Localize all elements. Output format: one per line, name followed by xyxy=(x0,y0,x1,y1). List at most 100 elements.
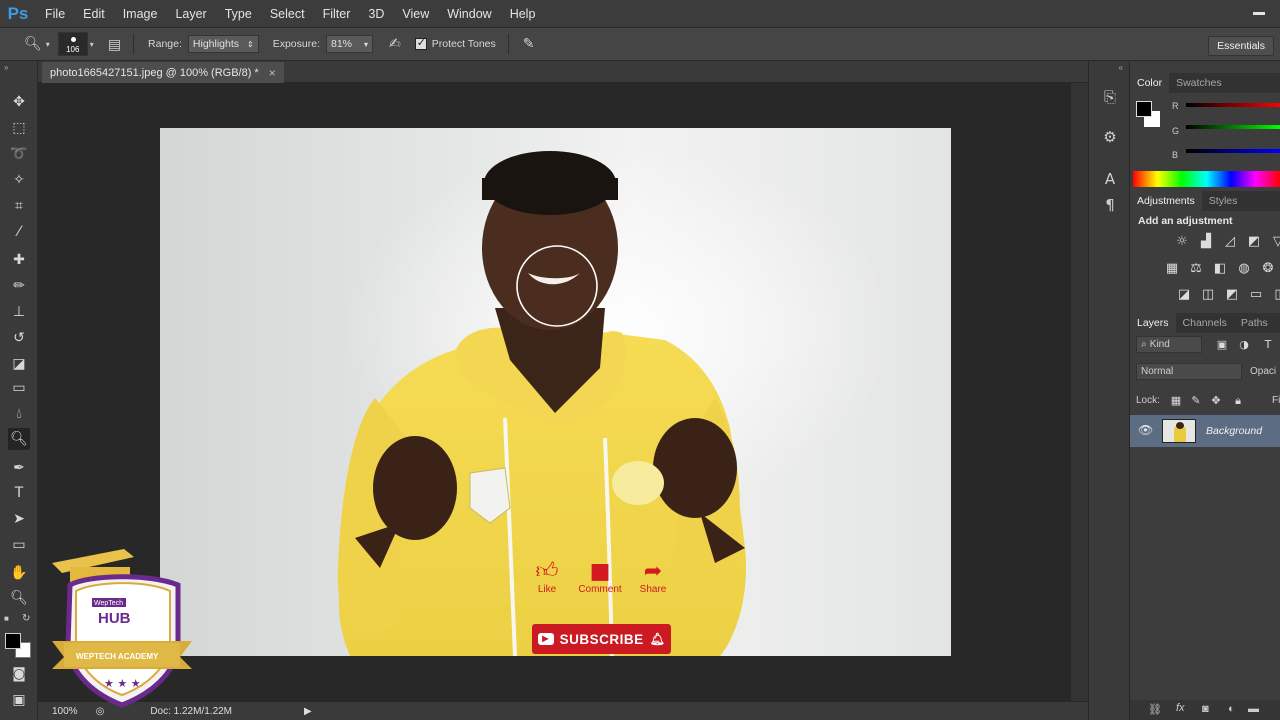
eyedropper-tool-icon[interactable]: ⁄ xyxy=(8,221,30,243)
protect-tones-checkbox[interactable] xyxy=(414,36,427,50)
hue-saturation-icon[interactable]: ▦ xyxy=(1164,262,1180,276)
quick-mask-icon[interactable]: ◙ xyxy=(8,663,30,685)
lock-all-icon[interactable]: 🔒︎ xyxy=(1230,394,1246,408)
exposure-input[interactable]: 81% ▾ xyxy=(326,35,374,53)
foreground-color-swatch[interactable] xyxy=(1136,101,1152,117)
play-icon[interactable]: ▶ xyxy=(304,706,312,717)
quick-selection-tool-icon[interactable]: ✧ xyxy=(8,169,30,191)
menu-edit[interactable]: Edit xyxy=(74,7,114,21)
eye-icon[interactable]: 👁︎ xyxy=(1138,423,1153,437)
document-tab[interactable]: photo1665427151.jpeg @ 100% (RGB/8) * × xyxy=(42,62,284,83)
pen-tool-icon[interactable]: ✒ xyxy=(8,457,30,479)
crop-tool-icon[interactable]: ⌗ xyxy=(8,195,30,217)
dodge-tool-preset-icon[interactable]: 🔍︎ xyxy=(24,36,42,52)
lasso-tool-icon[interactable]: ➰ xyxy=(8,143,30,165)
adjustment-filter-icon[interactable]: ◑ xyxy=(1236,338,1252,352)
menu-view[interactable]: View xyxy=(393,7,438,21)
menu-filter[interactable]: Filter xyxy=(314,7,360,21)
threshold-icon[interactable]: ◩ xyxy=(1224,288,1240,302)
dodge-tool-icon[interactable]: 🔍︎ xyxy=(8,428,30,450)
mask-icon[interactable]: ◙ xyxy=(1202,703,1209,715)
new-group-icon[interactable]: ▬ xyxy=(1248,703,1259,715)
chevron-down-icon[interactable]: ▾ xyxy=(46,40,50,49)
menu-select[interactable]: Select xyxy=(261,7,314,21)
brush-size-picker[interactable]: 106 xyxy=(57,32,88,56)
tab-paths[interactable]: Paths xyxy=(1234,313,1275,333)
rectangle-tool-icon[interactable]: ▭ xyxy=(8,534,30,556)
blue-slider[interactable] xyxy=(1186,149,1280,153)
hand-tool-icon[interactable]: ✋ xyxy=(8,562,30,584)
invert-icon[interactable]: ◪ xyxy=(1176,288,1192,302)
menu-3d[interactable]: 3D xyxy=(359,7,393,21)
airbrush-icon[interactable]: ✍ xyxy=(389,36,401,52)
menu-file[interactable]: File xyxy=(36,7,74,21)
tab-adjustments[interactable]: Adjustments xyxy=(1130,191,1202,211)
menu-window[interactable]: Window xyxy=(438,7,500,21)
eraser-tool-icon[interactable]: ◪ xyxy=(8,353,30,375)
history-panel-icon[interactable]: ⎘ xyxy=(1100,87,1120,107)
history-brush-tool-icon[interactable]: ↺ xyxy=(8,327,30,349)
tab-styles[interactable]: Styles xyxy=(1202,191,1245,211)
vibrance-icon[interactable]: ▽ xyxy=(1270,235,1280,249)
exposure-icon[interactable]: ◩ xyxy=(1246,235,1262,249)
clone-stamp-tool-icon[interactable]: ⊥ xyxy=(8,301,30,323)
move-tool-icon[interactable]: ✥ xyxy=(8,91,30,113)
collapse-icon[interactable]: « xyxy=(1119,63,1123,72)
vertical-scrollbar[interactable] xyxy=(1070,83,1088,701)
brush-panel-icon[interactable]: ▤ xyxy=(108,36,121,53)
subscribe-button[interactable]: ▶ SUBSCRIBE 🔔︎ xyxy=(532,624,671,654)
workspace-switcher[interactable]: Essentials xyxy=(1208,36,1274,56)
levels-icon[interactable]: ▟ xyxy=(1198,235,1214,249)
tab-layers[interactable]: Layers xyxy=(1130,313,1176,333)
blur-tool-icon[interactable]: 💧︎ xyxy=(8,403,30,425)
type-tool-icon[interactable]: T xyxy=(8,482,30,504)
color-balance-icon[interactable]: ⚖ xyxy=(1188,262,1204,276)
healing-brush-tool-icon[interactable]: ✚ xyxy=(8,249,30,271)
red-slider[interactable] xyxy=(1186,103,1280,107)
layer-row[interactable]: 👁︎ Background xyxy=(1130,415,1280,447)
photo-filter-icon[interactable]: ◍ xyxy=(1236,262,1252,276)
tab-color[interactable]: Color xyxy=(1130,73,1170,93)
tab-channels[interactable]: Channels xyxy=(1176,313,1234,333)
screen-mode-icon[interactable]: ▣ xyxy=(8,689,30,711)
menu-layer[interactable]: Layer xyxy=(166,7,215,21)
lock-pixels-icon[interactable]: ✎ xyxy=(1188,394,1204,408)
brightness-icon[interactable]: ☼ xyxy=(1174,235,1190,249)
paragraph-panel-icon[interactable]: ¶ xyxy=(1100,195,1120,215)
chevron-down-icon[interactable]: ▾ xyxy=(90,40,94,49)
close-icon[interactable]: × xyxy=(269,66,276,80)
foreground-color-swatch[interactable] xyxy=(5,633,21,649)
channel-mixer-icon[interactable]: ❂ xyxy=(1260,262,1276,276)
lock-position-icon[interactable]: ✥ xyxy=(1208,394,1224,408)
new-adjustment-icon[interactable]: ◐ xyxy=(1228,703,1235,715)
gradient-tool-icon[interactable]: ▭ xyxy=(8,377,30,399)
blend-mode-select[interactable]: Normal xyxy=(1136,363,1242,380)
brush-tool-icon[interactable]: ✏ xyxy=(8,275,30,297)
pressure-icon[interactable]: ✎ xyxy=(523,36,535,52)
character-panel-icon[interactable]: A xyxy=(1100,169,1120,189)
collapse-icon[interactable]: » xyxy=(4,63,8,72)
marquee-tool-icon[interactable]: ⬚ xyxy=(8,117,30,139)
link-icon[interactable]: ⛓ xyxy=(1148,703,1162,716)
layer-filter-select[interactable]: ⌕ Kind xyxy=(1136,336,1202,353)
posterize-icon[interactable]: ◫ xyxy=(1200,288,1216,302)
like-prompt[interactable]: 👍︎ Like xyxy=(532,560,562,596)
tab-swatches[interactable]: Swatches xyxy=(1169,73,1229,93)
lock-transparency-icon[interactable]: ▦ xyxy=(1168,394,1184,408)
range-select[interactable]: Highlights ⇕ xyxy=(187,35,259,53)
black-white-icon[interactable]: ◧ xyxy=(1212,262,1228,276)
curves-icon[interactable]: ◿ xyxy=(1222,235,1238,249)
swap-colors-icon[interactable]: ↻ xyxy=(22,613,30,624)
pixel-filter-icon[interactable]: ▣ xyxy=(1214,338,1230,352)
share-prompt[interactable]: ➦ Share xyxy=(636,560,670,596)
zoom-tool-icon[interactable]: 🔍︎ xyxy=(8,587,30,609)
menu-help[interactable]: Help xyxy=(501,7,545,21)
green-slider[interactable] xyxy=(1186,125,1280,129)
gradient-map-icon[interactable]: ▭ xyxy=(1248,288,1264,302)
minimize-button[interactable] xyxy=(1250,4,1268,18)
type-filter-icon[interactable]: T xyxy=(1260,338,1276,352)
path-selection-tool-icon[interactable]: ➤ xyxy=(8,508,30,530)
menu-image[interactable]: Image xyxy=(114,7,167,21)
properties-panel-icon[interactable]: ⚙ xyxy=(1100,127,1120,147)
fx-icon[interactable]: fx xyxy=(1176,702,1185,714)
